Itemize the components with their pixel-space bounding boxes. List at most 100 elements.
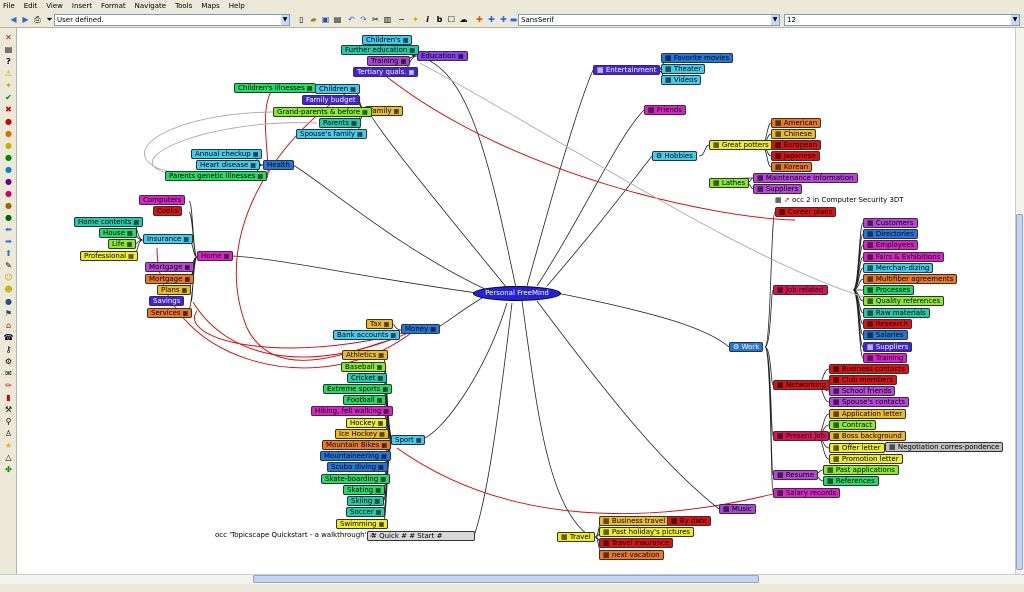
- cross-icon[interactable]: ✖: [3, 104, 14, 115]
- cut-icon[interactable]: ✂: [370, 14, 381, 25]
- priority-6-icon[interactable]: ●: [3, 176, 14, 187]
- node-quick-start[interactable]: # Quick # # Start #: [367, 531, 475, 541]
- redo-icon[interactable]: ↷: [358, 14, 369, 25]
- node-suppliers-work[interactable]: ▦ Suppliers: [863, 342, 913, 352]
- topicscape-link[interactable]: occ 'Topicscape Quickstart - a walkthrou…: [215, 531, 375, 540]
- priority-2-icon[interactable]: ●: [3, 128, 14, 139]
- node-hiking[interactable]: Hiking, fell walking ▦: [311, 406, 393, 416]
- node-skating[interactable]: Skating ▦: [343, 485, 385, 495]
- node-soccer[interactable]: Soccer ▦: [346, 507, 386, 517]
- zoom-out-icon[interactable]: −: [396, 14, 407, 25]
- node-bank-accounts[interactable]: Bank accounts ▦: [333, 330, 401, 340]
- node-training-work[interactable]: ▦ Training: [863, 353, 908, 363]
- menu-view[interactable]: View: [46, 2, 63, 10]
- globe-icon[interactable]: ●: [3, 296, 14, 307]
- triangle-icon[interactable]: △: [3, 452, 14, 463]
- idea-icon[interactable]: ✦: [3, 80, 14, 91]
- node-maintenance[interactable]: ▦ Maintenance information: [753, 173, 858, 183]
- node-offer-letter[interactable]: ▦ Offer letter: [829, 443, 885, 453]
- node-quality[interactable]: ▦ Quality references: [863, 296, 945, 306]
- node-childrens[interactable]: Children's ▦: [362, 35, 413, 45]
- paste-icon[interactable]: ▥: [382, 14, 393, 25]
- print-icon[interactable]: ⎙: [32, 14, 43, 25]
- node-korean[interactable]: ▦ Korean: [771, 162, 813, 172]
- open-folder-icon[interactable]: ▰: [308, 14, 319, 25]
- node-chinese[interactable]: ▦ Chinese: [771, 129, 816, 139]
- node-business-travel[interactable]: ▦ Business travel: [599, 516, 670, 526]
- node-further-education[interactable]: Further education ▦: [341, 45, 419, 55]
- node-american[interactable]: ▦ American: [771, 118, 822, 128]
- font-select[interactable]: SansSerif ▼: [518, 14, 780, 26]
- menu-navigate[interactable]: Navigate: [135, 2, 166, 10]
- node-employees[interactable]: ▦ Employees: [863, 240, 919, 250]
- menu-tools[interactable]: Tools: [175, 2, 192, 10]
- mindmap-canvas[interactable]: Personal FreeMind Education ▦ Children's ▦…: [17, 28, 1015, 574]
- node-scuba[interactable]: Scuba diving ▦: [327, 462, 388, 472]
- back-icon[interactable]: ◀: [8, 14, 19, 25]
- node-hobbies[interactable]: ⚙ Hobbies: [652, 151, 697, 161]
- vertical-scroll-thumb[interactable]: [1016, 214, 1023, 570]
- remove-last-icon[interactable]: ✕: [3, 32, 14, 43]
- bold-icon[interactable]: b: [434, 14, 445, 25]
- node-travel[interactable]: ▦ Travel: [557, 532, 595, 542]
- node-theater[interactable]: ▦ Theater: [661, 64, 706, 74]
- node-fairs[interactable]: ▦ Fairs & Exhibitions: [863, 252, 945, 262]
- up-arrow-icon[interactable]: ⬆: [3, 248, 14, 259]
- node-savings[interactable]: Savings: [149, 296, 185, 306]
- wrench-icon[interactable]: ⚒: [3, 404, 14, 415]
- menu-edit[interactable]: Edit: [24, 2, 38, 10]
- node-travel-insurance[interactable]: ▦ Travel insurance: [599, 538, 674, 548]
- priority-8-icon[interactable]: ●: [3, 200, 14, 211]
- node-spouses-contacts[interactable]: ▦ Spouse's contacts: [829, 397, 910, 407]
- node-mountaineering[interactable]: Mountaineering ▦: [320, 451, 391, 461]
- node-tertiary[interactable]: Tertiary quals. ▦: [353, 67, 419, 77]
- warning-icon[interactable]: ⚠: [3, 68, 14, 79]
- node-spouses-family[interactable]: Spouse's family ▦: [296, 129, 367, 139]
- gear-icon[interactable]: ⚙: [3, 356, 14, 367]
- root-node[interactable]: Personal FreeMind: [473, 286, 561, 301]
- node-annual-checkup[interactable]: Annual checkup ▦: [191, 149, 263, 159]
- pen-icon[interactable]: ✎: [3, 260, 14, 271]
- save-as-icon[interactable]: ▤: [332, 14, 343, 25]
- node-skateboarding[interactable]: Skate-boarding ▦: [321, 474, 390, 484]
- horizontal-scroll-thumb[interactable]: [253, 575, 759, 583]
- node-videos[interactable]: ▦ Videos: [661, 75, 702, 85]
- priority-3-icon[interactable]: ●: [3, 140, 14, 151]
- remove-all-icon[interactable]: ▤: [3, 44, 14, 55]
- node-friends[interactable]: ▦ Friends: [644, 105, 687, 115]
- node-school-friends[interactable]: ▦ School friends: [829, 386, 896, 396]
- menu-file[interactable]: File: [3, 2, 15, 10]
- node-multifiber[interactable]: ▦ Multifiber agreements: [863, 274, 958, 284]
- new-file-icon[interactable]: ▯: [296, 14, 307, 25]
- back-arrow-icon[interactable]: ⬅: [3, 224, 14, 235]
- node-mountain-bikes[interactable]: Mountain Bikes ▦: [322, 440, 392, 450]
- node-past-holidays[interactable]: ▦ Past holiday's pictures: [599, 527, 695, 537]
- priority-7-icon[interactable]: ●: [3, 188, 14, 199]
- save-icon[interactable]: ▣: [320, 14, 331, 25]
- node-extreme-sports[interactable]: Extreme sports ▦: [323, 384, 393, 394]
- note-icon[interactable]: ☐: [446, 14, 457, 25]
- node-salary-records[interactable]: ▦ Salary records: [773, 488, 841, 498]
- node-plans[interactable]: Plans ▦: [157, 285, 192, 295]
- node-promotion-letter[interactable]: ▦ Promotion letter: [829, 454, 903, 464]
- node-research[interactable]: ▦ Research: [863, 319, 912, 329]
- node-merchandising[interactable]: ▦ Merchan-dizing: [863, 263, 934, 273]
- question-icon[interactable]: ?: [3, 56, 14, 67]
- node-entertainment[interactable]: ▦ Entertainment: [593, 65, 661, 75]
- node-next-vacation[interactable]: ▦ next vacation: [599, 550, 664, 560]
- lightbulb-icon[interactable]: ✦: [410, 14, 421, 25]
- node-favorite-movies[interactable]: ▦ Favorite movies: [661, 53, 734, 63]
- node-career-plans[interactable]: ▦ Career plans: [775, 207, 837, 217]
- bookmark-icon[interactable]: ▮: [3, 392, 14, 403]
- node-children-illnesses[interactable]: Children's illnesses ▦: [234, 83, 317, 93]
- priority-4-icon[interactable]: ●: [3, 152, 14, 163]
- smiley-icon[interactable]: ☺: [3, 272, 14, 283]
- node-lathes[interactable]: ▦ Lathes: [709, 178, 750, 188]
- node-cricket[interactable]: Cricket ▦: [347, 373, 388, 383]
- flag-icon[interactable]: ⚑: [3, 308, 14, 319]
- pencil-icon[interactable]: ✏: [3, 380, 14, 391]
- node-cooks[interactable]: Cooks: [153, 206, 183, 216]
- node-home[interactable]: Home ▦: [197, 251, 234, 261]
- undo-icon[interactable]: ↶: [346, 14, 357, 25]
- node-suppliers-hobbies[interactable]: ▦ Suppliers: [753, 184, 803, 194]
